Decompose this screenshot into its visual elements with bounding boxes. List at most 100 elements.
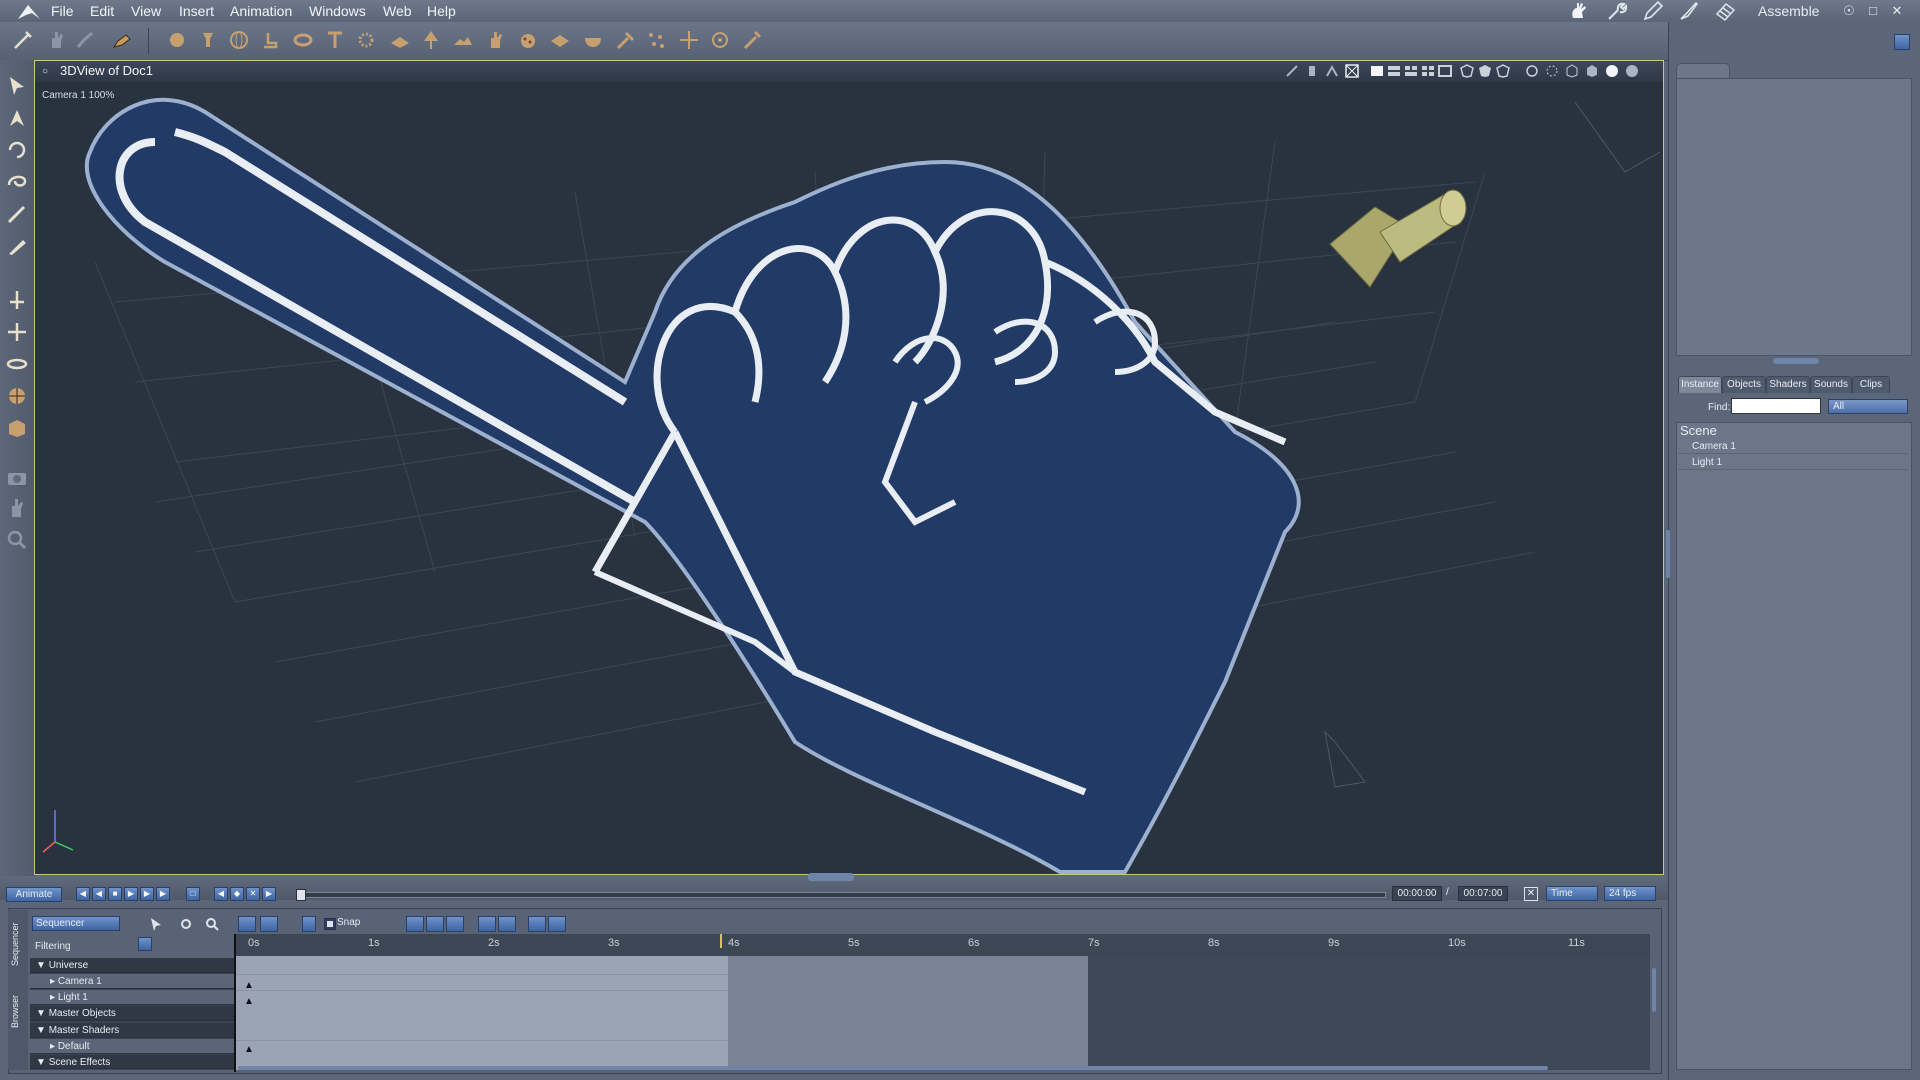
key-in-icon[interactable]: [478, 916, 496, 932]
room-wrench-icon[interactable]: [1606, 0, 1628, 22]
scale-icon[interactable]: [5, 352, 29, 376]
snap-options-icon[interactable]: [302, 916, 316, 932]
layout-three-icon[interactable]: [1404, 64, 1418, 78]
paint-icon[interactable]: [74, 29, 96, 51]
tree-row-light[interactable]: ▸ Light 1: [30, 990, 234, 1005]
sphere-icon[interactable]: [166, 29, 188, 51]
stop-icon[interactable]: ■: [108, 887, 122, 901]
fit-view-icon[interactable]: [238, 916, 256, 932]
wand-icon[interactable]: [12, 29, 34, 51]
next-key-icon[interactable]: ▶: [262, 887, 276, 901]
knife-icon[interactable]: [5, 234, 29, 258]
orbit-icon[interactable]: [5, 384, 29, 408]
tab-shaders[interactable]: Shaders: [1766, 376, 1810, 393]
end-time-field[interactable]: 00:07:00: [1458, 886, 1508, 901]
step-forward-icon[interactable]: ▶: [140, 887, 154, 901]
menu-insert[interactable]: Insert: [179, 3, 214, 19]
layout-grid-icon[interactable]: [1438, 64, 1452, 78]
tree-row-camera[interactable]: ▸ Camera 1: [30, 974, 234, 989]
timeline-playhead[interactable]: [234, 934, 236, 1072]
room-pencil-icon[interactable]: [1642, 0, 1664, 22]
scatter-icon[interactable]: [645, 29, 667, 51]
layout-four-icon[interactable]: [1421, 64, 1435, 78]
text-icon[interactable]: [324, 29, 346, 51]
restore-icon[interactable]: □: [1865, 3, 1881, 19]
globe-icon[interactable]: [228, 29, 250, 51]
tab-clips[interactable]: Clips: [1852, 376, 1890, 393]
solid-box-icon[interactable]: [1585, 64, 1599, 78]
light-object[interactable]: [1329, 189, 1467, 288]
current-time-field[interactable]: 00:00:00: [1392, 886, 1442, 901]
timeline-scrollbar[interactable]: [238, 1066, 1548, 1070]
app-logo-icon[interactable]: [14, 1, 44, 21]
terrain-icon[interactable]: [452, 29, 474, 51]
viewport-pin-icon[interactable]: ○: [42, 66, 48, 77]
sequencer-mode-select[interactable]: Sequencer: [32, 916, 120, 931]
room-hand-icon[interactable]: [1568, 0, 1590, 22]
bumpy-icon[interactable]: [517, 29, 539, 51]
tree-icon[interactable]: [420, 29, 442, 51]
range-end-icon[interactable]: [548, 916, 566, 932]
menu-edit[interactable]: Edit: [90, 3, 114, 19]
menu-file[interactable]: File: [51, 3, 74, 19]
target-icon[interactable]: [709, 29, 731, 51]
render-brush-icon[interactable]: [110, 29, 132, 51]
scene-item-camera[interactable]: Camera 1: [1678, 439, 1908, 454]
room-film-icon[interactable]: [1714, 0, 1736, 22]
wrench-icon[interactable]: [741, 29, 763, 51]
tree-row-scene-effects[interactable]: ▼ Scene Effects: [30, 1055, 234, 1069]
eye-icon[interactable]: ☉: [1841, 3, 1857, 19]
tree-row-master-objects[interactable]: ▼ Master Objects: [30, 1006, 234, 1021]
plane-icon[interactable]: [389, 29, 411, 51]
brush-icon[interactable]: [5, 202, 29, 226]
tab-sounds[interactable]: Sounds: [1810, 376, 1852, 393]
3d-viewport[interactable]: [34, 82, 1664, 875]
layout-two-icon[interactable]: [1387, 64, 1401, 78]
view-frame-icon[interactable]: [1345, 64, 1359, 78]
timeline-tracks[interactable]: [236, 956, 1650, 1070]
menu-animation[interactable]: Animation: [230, 3, 292, 19]
camera-icon[interactable]: [5, 466, 29, 490]
key-icon[interactable]: ◆: [230, 887, 244, 901]
tab-instance[interactable]: Instance: [1678, 376, 1722, 393]
glove-icon[interactable]: [46, 29, 68, 51]
view-select-icon[interactable]: [1325, 64, 1339, 78]
time-mode-select[interactable]: Time: [1546, 886, 1598, 901]
pan-hand-icon[interactable]: [5, 496, 29, 520]
camera-nav-icon[interactable]: [1525, 64, 1539, 78]
torus-icon[interactable]: [292, 29, 314, 51]
tree-row-universe[interactable]: ▼ Universe: [30, 958, 234, 973]
vertical-scrollbar[interactable]: [1652, 968, 1656, 1012]
step-back-icon[interactable]: ◀: [92, 887, 106, 901]
scene-item-light[interactable]: Light 1: [1678, 455, 1908, 470]
view-tool-icon[interactable]: [1285, 64, 1299, 78]
find-input[interactable]: [1731, 398, 1821, 414]
translate-icon[interactable]: [5, 320, 29, 344]
play-icon[interactable]: ▶: [124, 887, 138, 901]
time-scrubber[interactable]: [296, 892, 1386, 898]
hammer-icon[interactable]: [614, 29, 636, 51]
dashed-box-icon[interactable]: [1545, 64, 1559, 78]
panel-expand-icon[interactable]: [1894, 34, 1910, 50]
shield-icon[interactable]: [1460, 64, 1474, 78]
keyframe-marker-icon[interactable]: ▲: [244, 980, 254, 991]
panel-splitter-handle[interactable]: [1773, 358, 1819, 364]
shaded-sphere-icon[interactable]: [1605, 64, 1619, 78]
select-icon[interactable]: [5, 74, 29, 98]
fit-all-icon[interactable]: [260, 916, 278, 932]
go-start-icon[interactable]: ◀: [76, 887, 90, 901]
move-axis-icon[interactable]: [5, 288, 29, 312]
foam-hand-object[interactable]: [84, 97, 1301, 874]
textured-sphere-icon[interactable]: [1625, 64, 1639, 78]
range-end-marker[interactable]: [720, 934, 722, 948]
menu-web[interactable]: Web: [383, 3, 412, 19]
prev-key-icon[interactable]: ◀: [214, 887, 228, 901]
find-filter-select[interactable]: All: [1828, 399, 1908, 414]
keyframe-marker-icon[interactable]: ▲: [244, 996, 254, 1007]
close-icon[interactable]: ✕: [1889, 3, 1905, 19]
room-brush-icon[interactable]: [1678, 0, 1700, 22]
menu-windows[interactable]: Windows: [309, 3, 366, 19]
side-tab-browser[interactable]: Browser: [10, 986, 26, 1036]
tree-row-default[interactable]: ▸ Default: [30, 1039, 234, 1054]
rotate-icon[interactable]: [5, 138, 29, 162]
